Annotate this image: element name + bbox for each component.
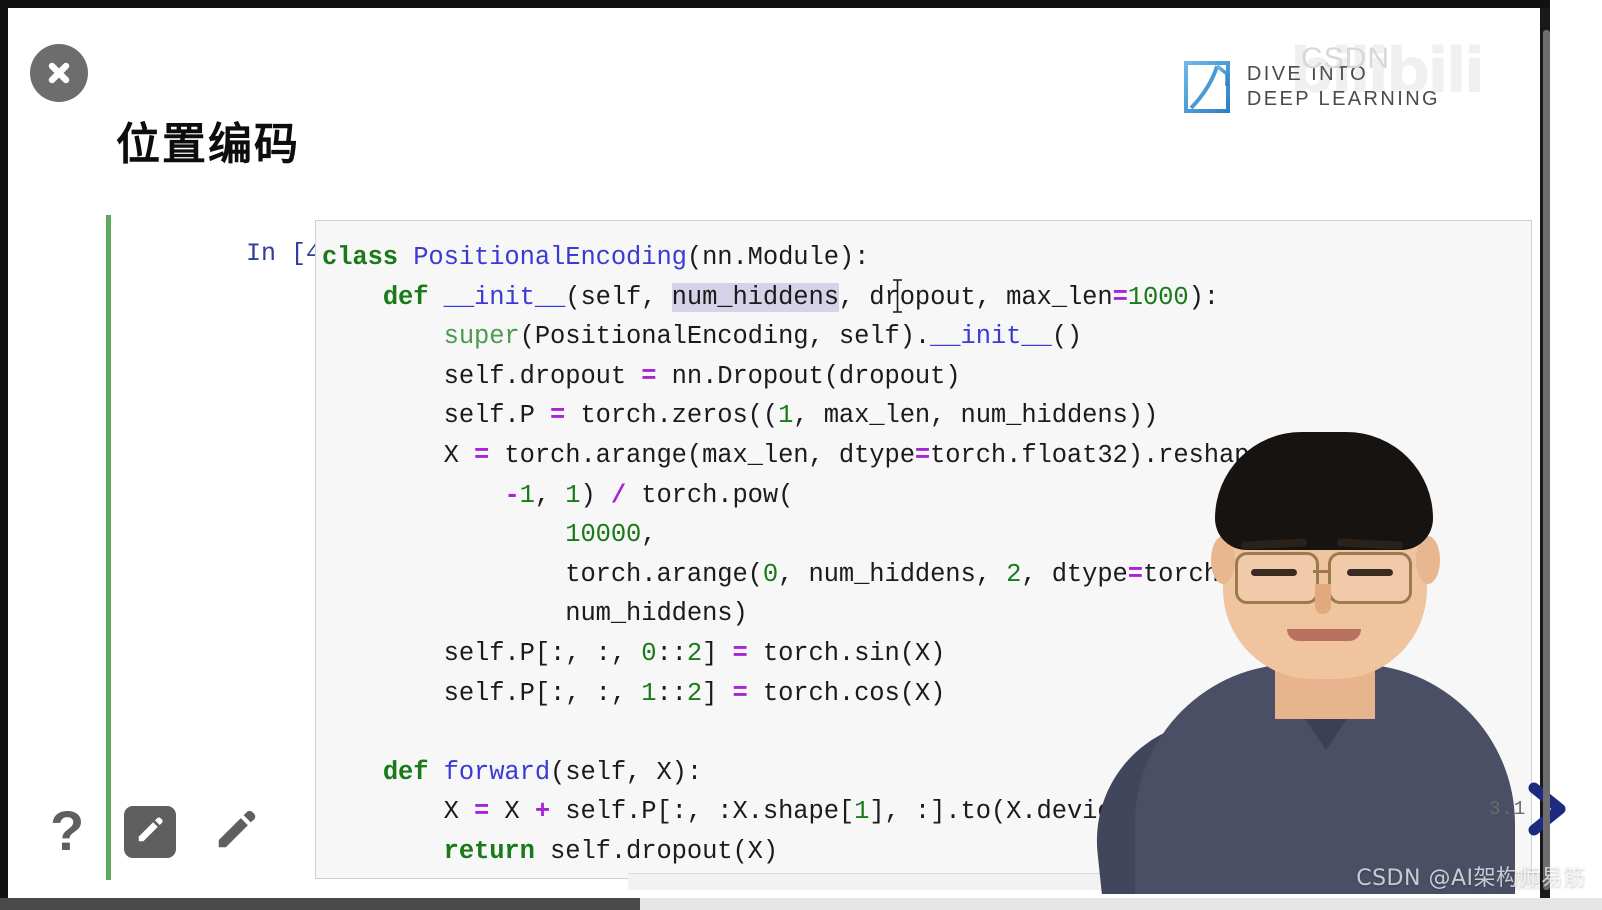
slide-page: DIVE INTO DEEP LEARNING bilibili CSDN 位置… [8,8,1540,902]
code-content[interactable]: class PositionalEncoding(nn.Module): def… [322,238,1386,872]
pencil-icon [135,815,165,850]
pen-tool-button[interactable] [210,806,262,858]
cell-selected-indicator [106,215,111,880]
annotate-tool-button[interactable] [124,806,176,858]
presentation-viewer: DIVE INTO DEEP LEARNING bilibili CSDN 位置… [0,0,1602,910]
viewer-top-gutter [0,0,1602,8]
horizontal-scrollbar-thumb[interactable] [0,898,640,910]
viewer-right-gutter [1550,0,1602,910]
vertical-scrollbar-thumb[interactable] [1543,30,1550,890]
close-icon [44,58,74,88]
brand-logo-line1: DIVE INTO [1246,63,1369,85]
panel-bottom-edge [628,873,1540,890]
page-title: 位置编码 [116,119,300,170]
dive-into-deep-learning-book-icon [1183,60,1233,114]
code-editor[interactable]: class PositionalEncoding(nn.Module): def… [315,220,1532,879]
brand-logo-line2: DEEP LEARNING [1246,88,1440,110]
notebook-cell: In [4]: class PositionalEncoding(nn.Modu… [106,215,1532,880]
close-button[interactable] [30,44,88,102]
brand-logo-text: DIVE INTO DEEP LEARNING [1247,62,1440,112]
pencil-icon [213,807,259,858]
viewer-left-gutter [0,0,8,910]
brand-logo: DIVE INTO DEEP LEARNING [1183,60,1440,114]
help-icon[interactable]: ? [50,803,84,859]
